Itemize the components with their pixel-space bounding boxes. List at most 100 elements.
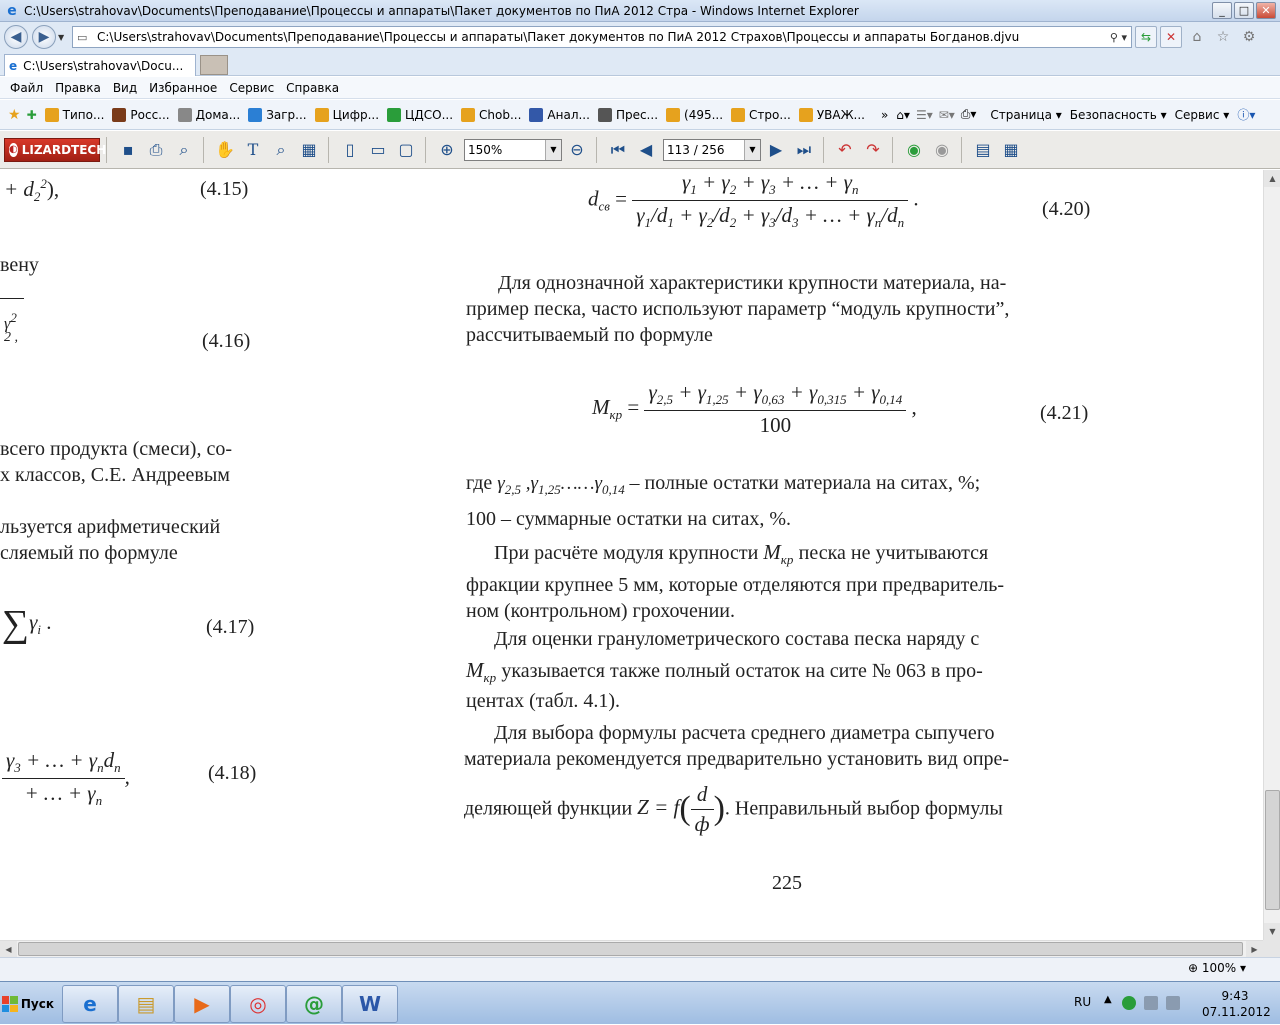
tray-icq-icon[interactable]	[1122, 996, 1136, 1010]
horizontal-scrollbar[interactable]: ◀ ▶	[0, 940, 1263, 958]
favorite-link[interactable]: Типо...	[44, 107, 104, 122]
menu-favorites[interactable]: Избранное	[149, 81, 217, 95]
scroll-right-icon[interactable]: ▶	[1246, 941, 1263, 958]
favorite-link[interactable]: Прес...	[597, 107, 658, 122]
tray-expand-icon[interactable]: ▲	[1104, 994, 1112, 1005]
fit-page-icon[interactable]: ▯	[337, 136, 363, 164]
chevron-down-icon[interactable]: ▼	[744, 139, 760, 160]
command-security[interactable]: Безопасность ▾	[1070, 108, 1167, 122]
zoom-select[interactable]: 150% ▼	[464, 138, 562, 161]
favorites-star-icon[interactable]: ☆	[1212, 29, 1234, 45]
favorite-link[interactable]: Стро...	[731, 107, 791, 122]
print-icon[interactable]: ⎙▾	[961, 107, 977, 122]
favorite-link[interactable]: (495...	[666, 107, 723, 122]
grid-view-icon[interactable]: ▦	[998, 136, 1024, 164]
mail-icon[interactable]: ✉▾	[939, 108, 955, 122]
stop-button[interactable]: ✕	[1160, 26, 1182, 48]
favorite-link[interactable]: Цифр...	[314, 107, 379, 122]
page-icon: ▭	[77, 30, 88, 44]
tools-gear-icon[interactable]: ⚙	[1238, 29, 1260, 45]
favorite-link[interactable]: Загр...	[248, 107, 307, 122]
taskbar-ie-icon[interactable]: e	[62, 985, 118, 1023]
vertical-scrollbar[interactable]: ▲ ▼	[1263, 170, 1280, 940]
menu-tools[interactable]: Сервис	[229, 81, 274, 95]
taskbar-chrome-icon[interactable]: ◎	[230, 985, 286, 1023]
hand-tool-icon[interactable]: ✋	[212, 136, 238, 164]
print-icon[interactable]: ⎙	[143, 136, 169, 164]
para1-line-1: Для однозначной характеристики крупности…	[498, 272, 1007, 294]
page-select[interactable]: 113 / 256 ▼	[663, 138, 761, 161]
save-icon[interactable]: ▪	[115, 136, 141, 164]
lizardtech-logo[interactable]: ◐ LIZARDTECH	[4, 137, 106, 162]
command-service[interactable]: Сервис ▾	[1175, 108, 1230, 122]
chevron-down-icon[interactable]: ▼	[545, 139, 561, 160]
favorite-link[interactable]: Анал...	[529, 107, 590, 122]
tray-volume-icon[interactable]	[1166, 996, 1180, 1010]
scroll-down-icon[interactable]: ▼	[1264, 923, 1280, 940]
region-select-icon[interactable]: ▦	[296, 136, 322, 164]
minimize-button[interactable]: _	[1212, 2, 1232, 19]
close-button[interactable]: ✕	[1256, 2, 1276, 19]
thumbnails-icon[interactable]: ▤	[970, 136, 996, 164]
vertical-scroll-thumb[interactable]	[1265, 790, 1280, 910]
favorites-star-icon[interactable]: ★	[8, 107, 21, 123]
forward-gray-icon[interactable]: ◉	[929, 136, 955, 164]
scroll-left-icon[interactable]: ◀	[0, 941, 17, 958]
prev-page-icon[interactable]: ◀	[633, 136, 659, 164]
first-page-icon[interactable]: ⏮	[605, 136, 631, 164]
title-bar: e C:\Users\strahovav\Documents\Преподава…	[0, 0, 1280, 22]
favorite-link[interactable]: Росс...	[112, 107, 170, 122]
address-bar[interactable]: ▭ C:\Users\strahovav\Documents\Преподава…	[72, 26, 1132, 48]
tab-current[interactable]: e C:\Users\strahovav\Docu...	[4, 54, 196, 76]
document-view[interactable]: + d22), (4.15) вену γ2 2 , (4.16) всего …	[0, 170, 1263, 940]
search-dropdown-icon[interactable]: ⚲ ▾	[1091, 31, 1131, 44]
rotate-right-icon[interactable]: ↷	[860, 136, 886, 164]
clock[interactable]: 9:43 07.11.2012	[1202, 988, 1271, 1020]
forward-button[interactable]: ▶	[32, 25, 56, 49]
scroll-up-icon[interactable]: ▲	[1264, 170, 1280, 187]
tray-network-icon[interactable]	[1144, 996, 1158, 1010]
address-url[interactable]: C:\Users\strahovav\Documents\Преподавани…	[97, 30, 1091, 44]
refresh-button[interactable]: ⇆	[1135, 26, 1157, 48]
favorite-link[interactable]: ЦДСО...	[387, 107, 453, 122]
favorites-overflow-icon[interactable]: »	[881, 108, 888, 122]
favorite-link[interactable]: УВАЖ...	[798, 107, 865, 122]
next-page-icon[interactable]: ▶	[763, 136, 789, 164]
actual-size-icon[interactable]: ▢	[393, 136, 419, 164]
system-tray: RU ▲ 9:43 07.11.2012	[1070, 982, 1280, 1025]
fit-width-icon[interactable]: ▭	[365, 136, 391, 164]
add-favorite-icon[interactable]: ✚	[27, 108, 37, 122]
rotate-left-icon[interactable]: ↶	[832, 136, 858, 164]
menu-help[interactable]: Справка	[286, 81, 339, 95]
menu-edit[interactable]: Правка	[55, 81, 101, 95]
text-select-icon[interactable]: T	[240, 136, 266, 164]
menu-file[interactable]: Файл	[10, 81, 43, 95]
language-indicator[interactable]: RU	[1074, 995, 1091, 1009]
new-tab-button[interactable]	[200, 55, 228, 75]
home-dropdown-icon[interactable]: ⌂▾	[896, 108, 910, 122]
zoom-tool-icon[interactable]: ⌕	[268, 136, 294, 164]
taskbar-icq-icon[interactable]: @	[286, 985, 342, 1023]
last-page-icon[interactable]: ⏭	[791, 136, 817, 164]
favorite-link[interactable]: Chob...	[461, 107, 521, 122]
home-icon[interactable]: ⌂	[1186, 29, 1208, 45]
zoom-out-icon[interactable]: ⊖	[564, 136, 590, 164]
maximize-button[interactable]: □	[1234, 2, 1254, 19]
para2-line-1: При расчёте модуля крупности Mкр песка н…	[494, 540, 989, 568]
horizontal-scroll-thumb[interactable]	[18, 942, 1243, 956]
history-dropdown[interactable]: ▼	[58, 33, 68, 42]
taskbar-media-icon[interactable]: ▶	[174, 985, 230, 1023]
status-zoom[interactable]: ⊕ 100% ▾	[1188, 961, 1246, 975]
back-button[interactable]: ◀	[4, 25, 28, 49]
rss-icon[interactable]: ☰▾	[916, 108, 933, 122]
help-icon[interactable]: ⓘ▾	[1237, 106, 1255, 123]
find-binoculars-icon[interactable]: ⌕	[171, 136, 197, 164]
taskbar-explorer-icon[interactable]: ▤	[118, 985, 174, 1023]
menu-view[interactable]: Вид	[113, 81, 137, 95]
start-button[interactable]: Пуск	[2, 990, 54, 1018]
taskbar-word-icon[interactable]: W	[342, 985, 398, 1023]
command-page[interactable]: Страница ▾	[990, 108, 1061, 122]
zoom-in-icon[interactable]: ⊕	[434, 136, 460, 164]
back-green-icon[interactable]: ◉	[901, 136, 927, 164]
favorite-link[interactable]: Дома...	[177, 107, 240, 122]
